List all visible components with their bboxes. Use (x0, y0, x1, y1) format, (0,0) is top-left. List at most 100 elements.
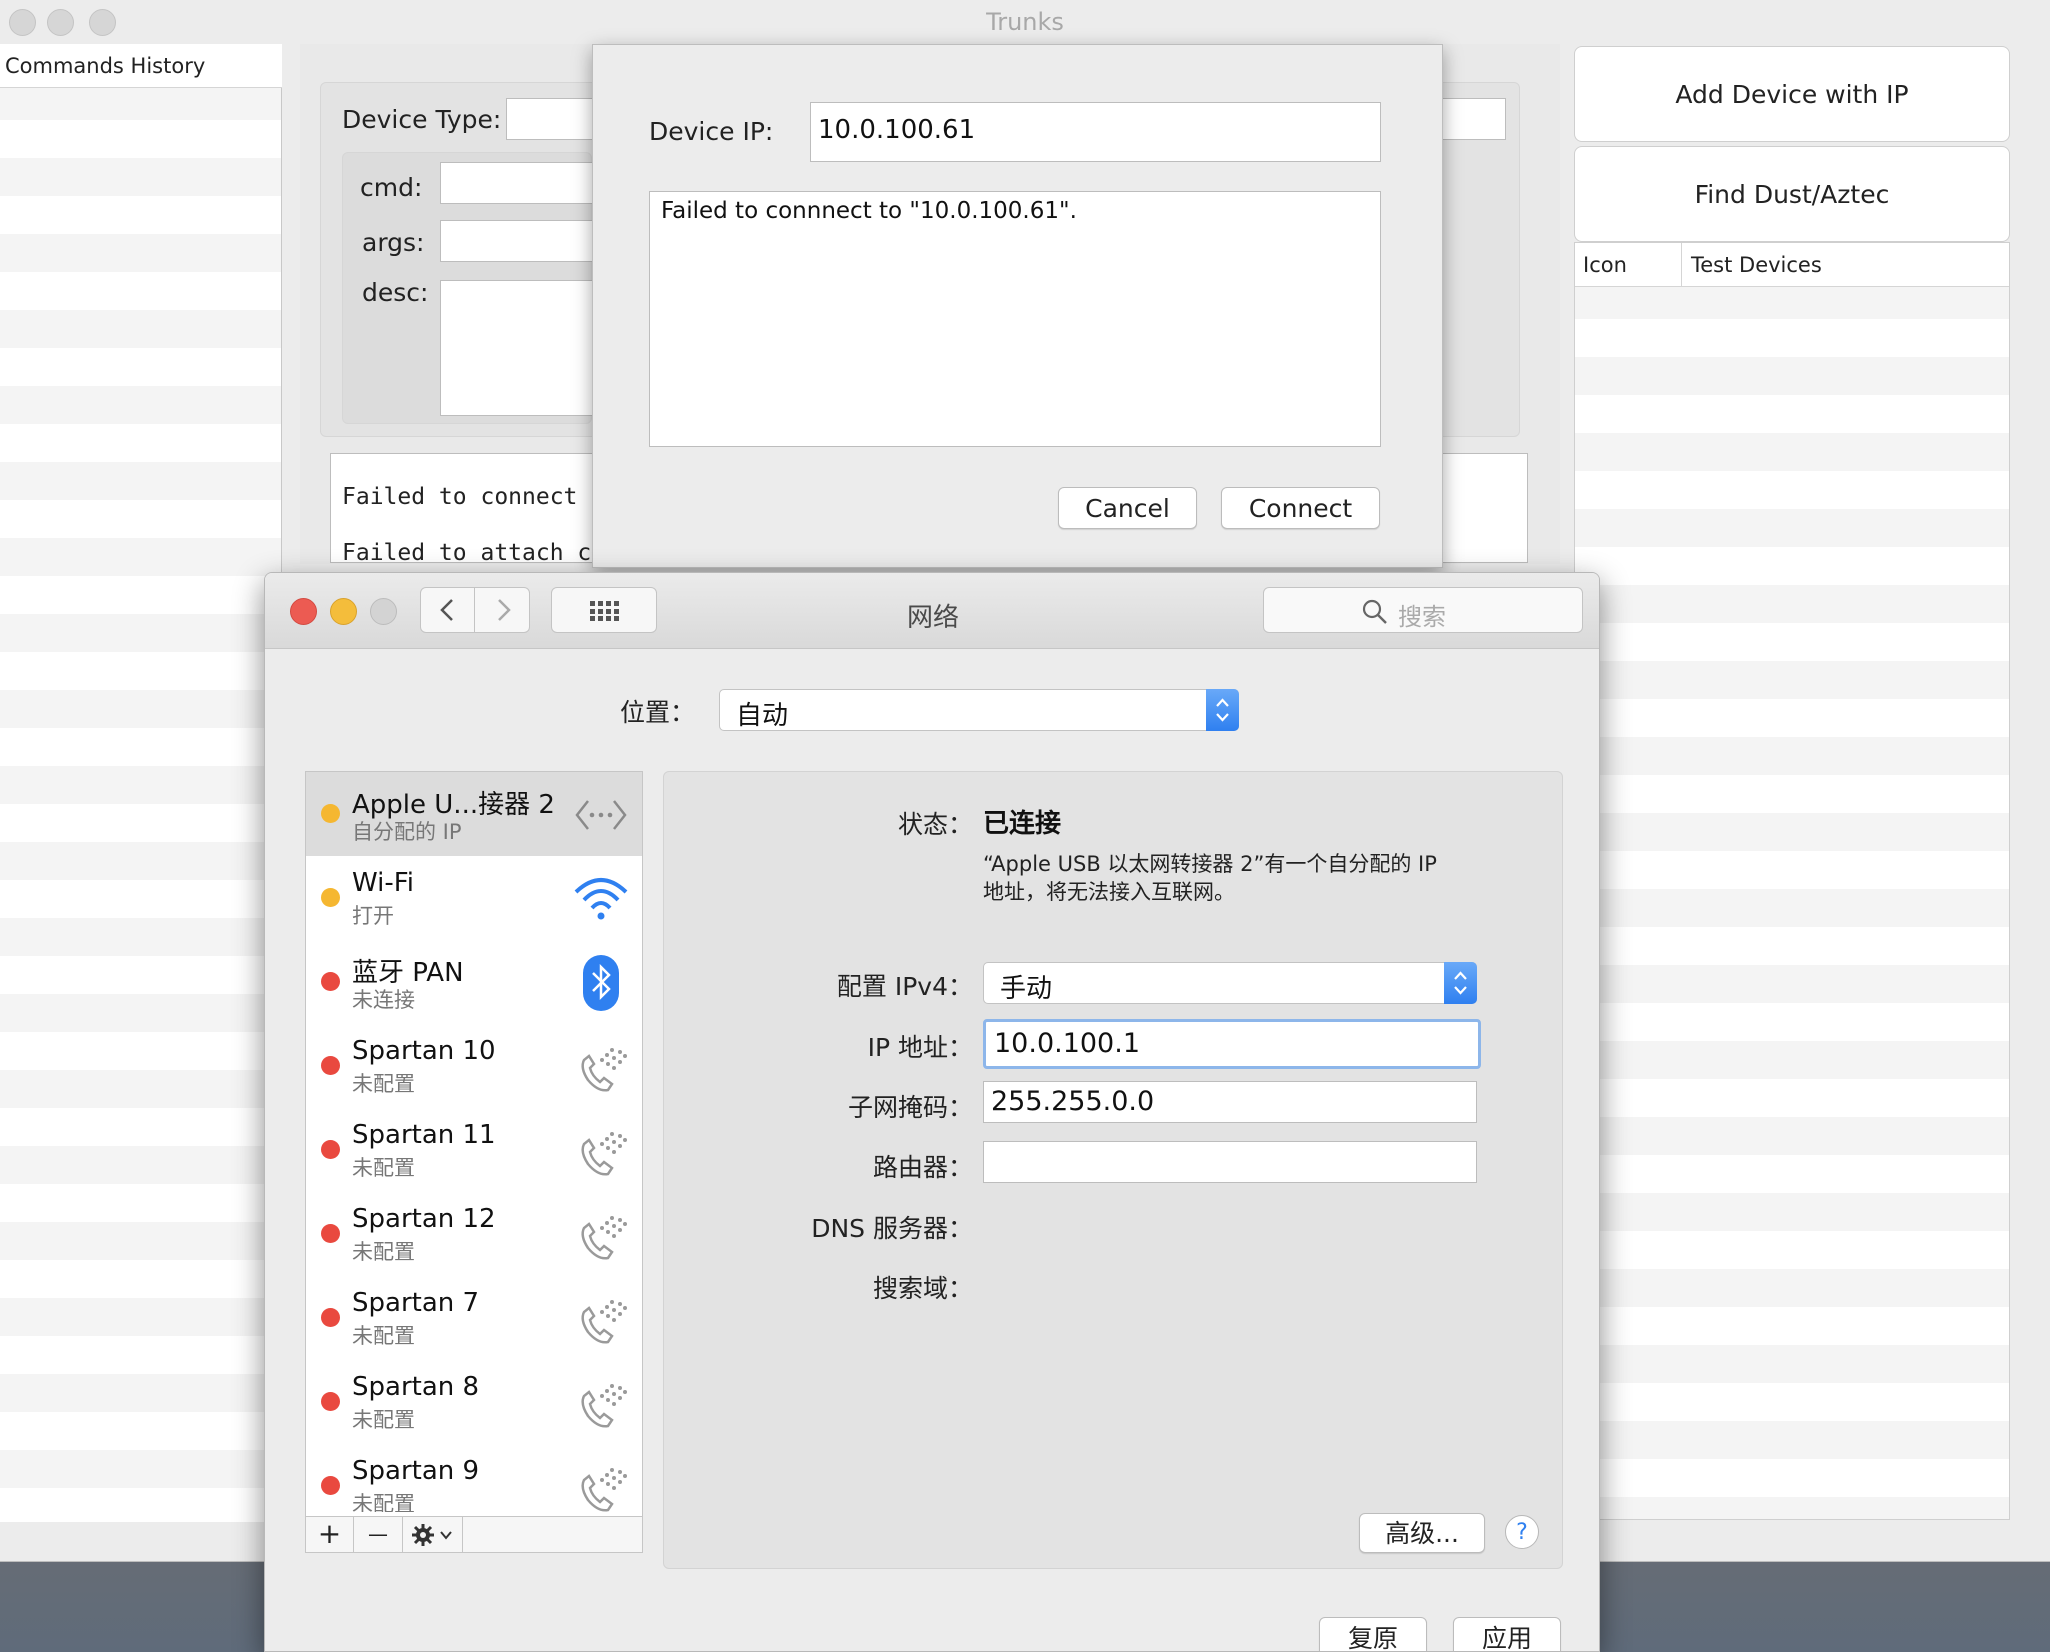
service-name: Spartan 9 (352, 1456, 480, 1486)
service-name: Spartan 11 (352, 1120, 496, 1150)
zoom-window-button[interactable] (89, 9, 116, 36)
add-device-with-ip-button[interactable]: Add Device with IP (1574, 46, 2010, 142)
advanced-button[interactable]: 高级... (1359, 1513, 1485, 1553)
chevron-updown-icon (1206, 689, 1239, 731)
service-item[interactable]: Spartan 10 未配置 (306, 1024, 642, 1108)
search-input[interactable]: 搜索 (1263, 587, 1583, 633)
service-item[interactable]: Spartan 9 未配置 (306, 1444, 642, 1512)
service-item[interactable]: Spartan 12 未配置 (306, 1192, 642, 1276)
service-actions-button[interactable] (403, 1517, 463, 1553)
service-list-items: Apple U...接器 2 自分配的 IP Wi-Fi 打开 蓝牙 PAN 未连接 Spa… (306, 772, 642, 1512)
service-name: Spartan 7 (352, 1288, 480, 1318)
chevron-updown-icon (1444, 962, 1477, 1004)
status-dot (321, 972, 340, 991)
ip-address-label: IP 地址： (867, 1033, 973, 1062)
status-dot (321, 1224, 340, 1243)
status-dot (321, 804, 340, 823)
status-dot (321, 1308, 340, 1327)
service-item[interactable]: Spartan 8 未配置 (306, 1360, 642, 1444)
status-dot (321, 888, 340, 907)
cmd-label: cmd: (360, 173, 423, 202)
device-ip-label: Device IP: (649, 117, 774, 146)
device-ip-input[interactable]: 10.0.100.61 (810, 102, 1381, 162)
status-dot (321, 1140, 340, 1159)
service-status: 未配置 (352, 1240, 415, 1264)
service-list[interactable]: Apple U...接器 2 自分配的 IP Wi-Fi 打开 蓝牙 PAN 未连接 Spa… (305, 771, 643, 1553)
connection-message-area[interactable]: Failed to connnect to "10.0.100.61". (649, 191, 1381, 447)
remove-service-button[interactable]: — (354, 1517, 403, 1553)
apply-button[interactable]: 应用 (1453, 1617, 1561, 1651)
connection-message: Failed to connnect to "10.0.100.61". (661, 198, 1077, 224)
table-header: Icon Test Devices (1575, 243, 2009, 287)
add-service-button[interactable]: + (306, 1517, 354, 1553)
device-type-label: Device Type: (342, 105, 502, 134)
connect-button[interactable]: Connect (1221, 487, 1380, 529)
service-name: Spartan 8 (352, 1372, 480, 1402)
service-item[interactable]: Apple U...接器 2 自分配的 IP (306, 772, 642, 856)
phone-icon (572, 1038, 630, 1096)
desc-field[interactable] (440, 280, 600, 416)
device-ip-value: 10.0.100.61 (818, 115, 976, 145)
service-status: 未配置 (352, 1156, 415, 1180)
help-button[interactable]: ? (1505, 1515, 1539, 1549)
subnet-mask-input[interactable]: 255.255.0.0 (983, 1081, 1477, 1123)
location-select[interactable]: 自动 (719, 689, 1239, 731)
service-item[interactable]: Wi-Fi 打开 (306, 856, 642, 940)
status-dot (321, 1392, 340, 1411)
service-status: 未配置 (352, 1408, 415, 1432)
phone-icon (572, 1290, 630, 1348)
phone-icon (572, 1206, 630, 1264)
status-description: 地址，将无法接入互联网。 (983, 880, 1235, 904)
find-dust-aztec-button[interactable]: Find Dust/Aztec (1574, 146, 2010, 242)
service-item[interactable]: 蓝牙 PAN 未连接 (306, 940, 642, 1024)
service-item[interactable]: Spartan 11 未配置 (306, 1108, 642, 1192)
minimize-window-button[interactable] (47, 9, 74, 36)
dns-server-label: DNS 服务器： (811, 1214, 973, 1243)
configure-ipv4-select[interactable]: 手动 (983, 962, 1477, 1004)
ipv4-value: 手动 (1000, 974, 1053, 1004)
status-dot (321, 1476, 340, 1495)
device-ip-sheet: Device IP: 10.0.100.61 Failed to connnec… (592, 44, 1443, 568)
revert-button[interactable]: 复原 (1319, 1617, 1427, 1651)
service-name: Spartan 12 (352, 1204, 496, 1234)
cmd-field[interactable] (440, 162, 600, 204)
status-dot (321, 1056, 340, 1075)
status-value: 已连接 (983, 809, 1062, 839)
log-line: Failed to attach c (342, 540, 592, 566)
phone-icon (572, 1458, 630, 1512)
cancel-button[interactable]: Cancel (1058, 487, 1197, 529)
service-name: Spartan 10 (352, 1036, 496, 1066)
args-field[interactable] (440, 220, 600, 262)
phone-icon (572, 1122, 630, 1180)
location-value: 自动 (736, 701, 789, 731)
ip-address-input[interactable]: 10.0.100.1 (983, 1019, 1481, 1069)
subnet-mask-value: 255.255.0.0 (991, 1086, 1155, 1117)
service-status: 未连接 (352, 988, 415, 1012)
network-preferences-window: 网络 搜索 位置： 自动 Apple U...接器 2 自分配的 IP Wi-Fi 打… (264, 572, 1600, 1652)
service-item[interactable]: Spartan 7 未配置 (306, 1276, 642, 1360)
ip-address-value: 10.0.100.1 (994, 1028, 1140, 1059)
close-window-button[interactable] (9, 9, 36, 36)
column-header-icon[interactable]: Icon (1583, 253, 1627, 277)
network-toolbar: 网络 搜索 (265, 573, 1599, 649)
wifi-icon (572, 870, 630, 928)
status-description: “Apple USB 以太网转接器 2”有一个自分配的 IP (983, 852, 1437, 876)
service-status: 自分配的 IP (352, 820, 462, 844)
service-status: 未配置 (352, 1072, 415, 1096)
ethernet-icon (572, 786, 630, 844)
configure-ipv4-label: 配置 IPv4： (836, 972, 973, 1001)
subnet-mask-label: 子网掩码： (847, 1093, 973, 1122)
location-label: 位置： (619, 698, 695, 727)
desc-label: desc: (362, 278, 429, 307)
service-status: 未配置 (352, 1492, 415, 1512)
log-line: Failed to connect (342, 484, 578, 510)
service-status: 未配置 (352, 1324, 415, 1348)
router-input[interactable] (983, 1141, 1477, 1183)
search-icon (1362, 599, 1387, 624)
test-devices-table[interactable]: Icon Test Devices (1574, 242, 2010, 1520)
window-title: Trunks (986, 8, 1064, 36)
args-label: args: (362, 228, 425, 257)
commands-history-list[interactable]: Commands History (0, 44, 282, 1522)
search-domain-label: 搜索域： (872, 1274, 973, 1303)
column-header-test-devices[interactable]: Test Devices (1691, 253, 1822, 277)
